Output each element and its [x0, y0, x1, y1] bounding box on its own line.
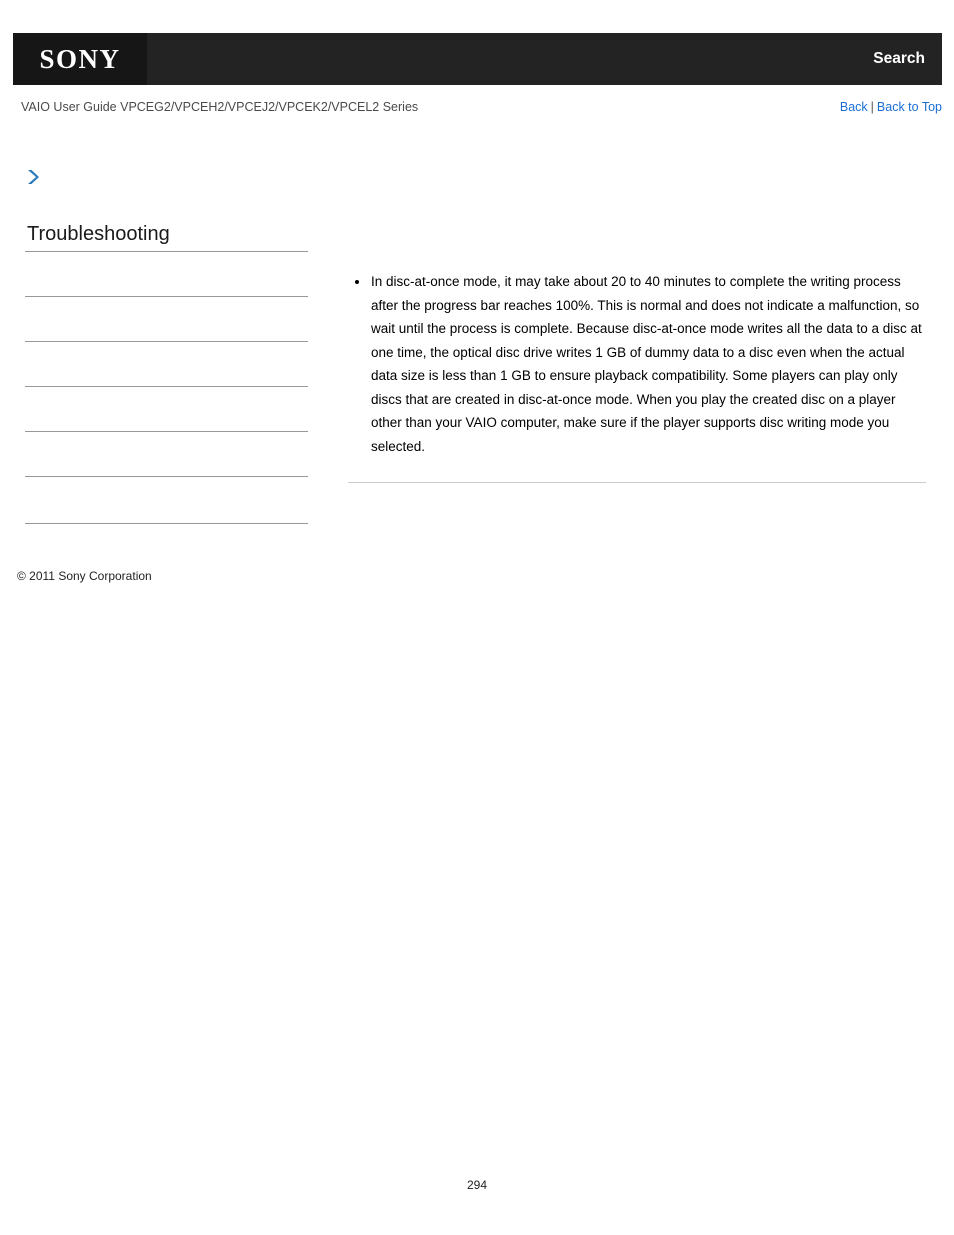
- sidebar-divider: [25, 523, 308, 524]
- back-to-top-link[interactable]: Back to Top: [877, 100, 942, 114]
- nav-separator: |: [870, 100, 874, 114]
- main-content: In disc-at-once mode, it may take about …: [348, 270, 926, 483]
- notes-list: In disc-at-once mode, it may take about …: [348, 270, 926, 458]
- page-title: Troubleshooting: [27, 223, 170, 245]
- header-nav-links: Back | Back to Top: [840, 100, 942, 114]
- page-number: 294: [466, 1178, 488, 1192]
- sidebar-item-2[interactable]: [25, 297, 308, 341]
- sony-logo[interactable]: SONY: [13, 33, 147, 85]
- sidebar-item-1[interactable]: [25, 252, 308, 296]
- copyright-notice: © 2011 Sony Corporation: [17, 569, 152, 583]
- list-item: In disc-at-once mode, it may take about …: [348, 270, 926, 458]
- sidebar-item-6[interactable]: [25, 477, 308, 523]
- sidebar-item-4[interactable]: [25, 387, 308, 431]
- subheader: VAIO User Guide VPCEG2/VPCEH2/VPCEJ2/VPC…: [13, 100, 942, 120]
- sidebar-item-5[interactable]: [25, 432, 308, 476]
- sidebar: Troubleshooting: [25, 168, 308, 524]
- site-header: SONY Search: [13, 33, 942, 85]
- search-button[interactable]: Search: [873, 33, 925, 85]
- content-divider: [348, 482, 926, 483]
- guide-title: VAIO User Guide VPCEG2/VPCEH2/VPCEJ2/VPC…: [21, 100, 419, 114]
- sony-logo-text: SONY: [39, 43, 121, 74]
- sidebar-item-3[interactable]: [25, 342, 308, 386]
- chevron-right-icon[interactable]: [25, 168, 41, 186]
- back-link[interactable]: Back: [840, 100, 868, 114]
